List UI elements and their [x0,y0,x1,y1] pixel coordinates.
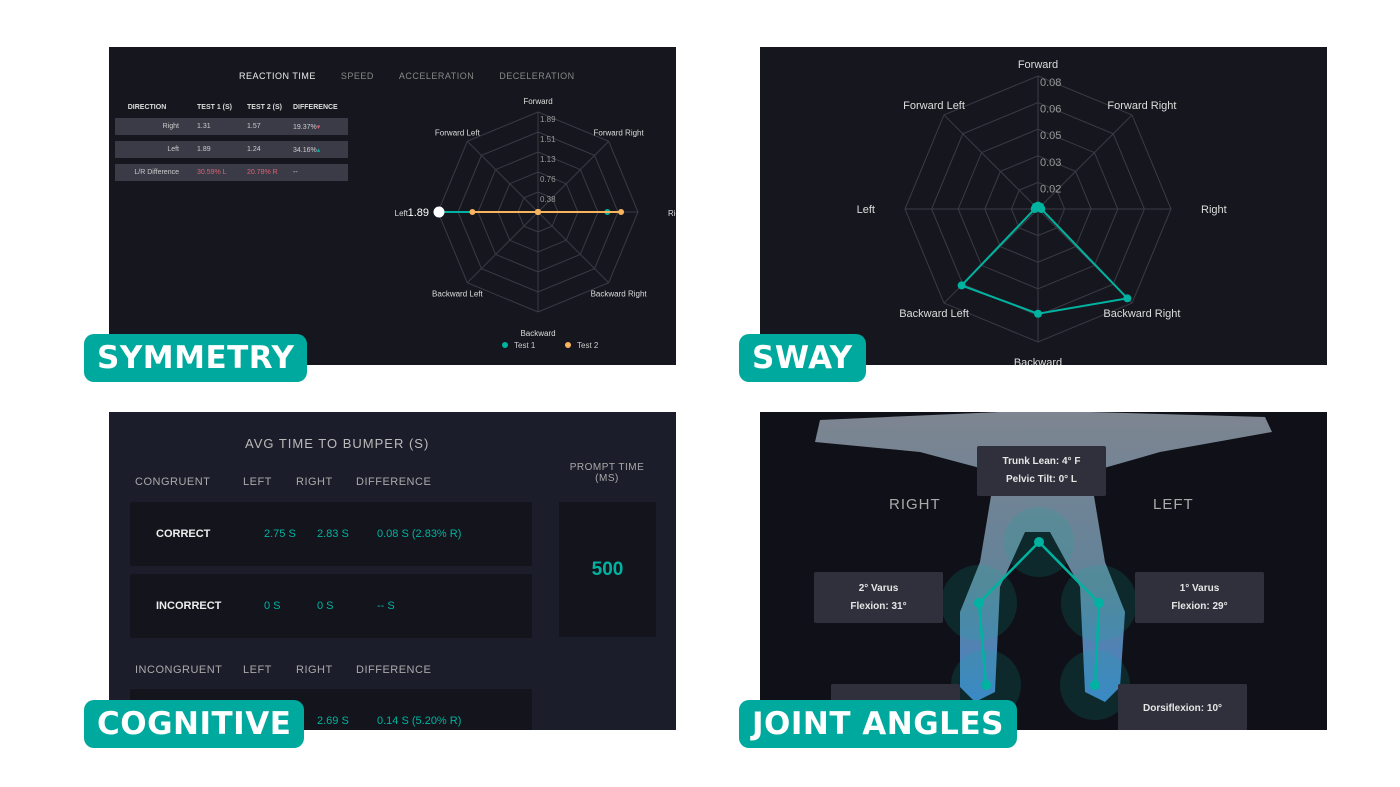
tick-label: 1.51 [540,135,556,144]
axis-label: Forward Left [435,128,481,137]
sway-panel: Forward Forward Right Right Backward Right B… [760,47,1327,365]
header: DIFFERENCE [356,476,432,488]
axis-label: Backward Right [1103,308,1180,320]
sway-radar-chart: Forward Forward Right Right Backward Right B… [857,59,1227,365]
tick-label: 0.02 [1040,183,1061,195]
trunk-box: Trunk Lean: 4° F Pelvic Tilt: 0° L [977,446,1106,496]
cognitive-badge: COGNITIVE [84,700,305,748]
legend-marker [565,342,571,348]
cell: INCORRECT [156,600,222,612]
right-knee-joint [974,598,984,608]
header: LEFT [243,664,272,676]
symmetry-radar-chart: Forward Forward Right Right Backward Right B… [395,97,676,350]
left-varus: 1° Varus [1179,582,1220,594]
tick-label: 0.05 [1040,130,1061,142]
tick-label: 0.03 [1040,157,1061,169]
tick-label: 1.13 [540,155,556,164]
left-dorsiflexion: Dorsiflexion: 10° [1142,703,1223,714]
tick-label: 0.08 [1040,77,1061,89]
data-point [535,209,541,215]
left-knee-joint [1094,598,1104,608]
joint-angles-badge: JOINT ANGLES [739,700,1017,748]
right-ankle-joint [981,680,991,690]
cell: 0.14 S (5.20% R) [377,715,462,727]
axis-label: Forward [1018,59,1058,71]
data-point [1034,309,1042,318]
header: INCONGRUENT [135,664,223,676]
right-knee-box: 2° Varus Flexion: 31° [814,572,943,623]
tick-label: 1.89 [540,115,556,124]
incongruent-header: INCONGRUENT LEFT RIGHT DIFFERENCE [109,664,431,676]
header: RIGHT [296,476,333,488]
axis-label: Forward Right [1107,100,1176,112]
prompt-value: 500 [559,502,656,637]
cell: -- S [377,600,395,612]
left-flexion: Flexion: 29° [1171,600,1228,612]
header: RIGHT [296,664,333,676]
left-ankle-joint [1090,680,1100,690]
pelvic-tilt: Pelvic Tilt: 0° L [1005,474,1078,485]
cognitive-title: AVG TIME TO BUMPER (S) [245,436,430,451]
cell: 0 S [317,600,334,612]
cell: 0 S [264,600,281,612]
axis-label: Forward [523,97,552,106]
left-ankle-box: Dorsiflexion: 10° [1118,684,1247,730]
tick-label: 0.76 [540,175,556,184]
symmetry-panel: REACTION TIME SPEED ACCELERATION DECELER… [109,47,676,365]
sway-badge: SWAY [739,334,866,382]
right-flexion: Flexion: 31° [850,600,907,612]
header: DIFFERENCE [356,664,432,676]
axis-label: Backward Right [591,290,648,299]
prompt-label: PROMPT TIME (MS) [569,462,645,484]
data-point [1031,202,1040,211]
header: CONGRUENT [135,476,211,488]
cell: 0.08 S (2.83% R) [377,528,462,540]
axis-label: Left [857,204,875,216]
axis-label: Backward [520,329,555,338]
pelvis-joint [1034,537,1044,547]
data-point [618,209,625,215]
cell: CORRECT [156,528,211,540]
left-knee-box: 1° Varus Flexion: 29° [1135,572,1264,623]
axis-label: Backward [1014,357,1062,365]
highlight-point [433,206,445,218]
cell: 2.75 S [264,528,296,540]
symmetry-badge: SYMMETRY [84,334,308,382]
joint-angles-panel: RIGHT LEFT Trunk Lean: 4° F Pelvic Tilt: … [760,412,1327,730]
congruent-header: CONGRUENT LEFT RIGHT DIFFERENCE [109,476,431,488]
cell: 2.83 S [317,528,349,540]
cognitive-panel: AVG TIME TO BUMPER (S) CONGRUENT LEFT RIGH… [109,412,676,730]
legend-label: Test 1 [514,341,536,350]
right-side-label: RIGHT [889,496,941,513]
axis-label: Backward Left [899,308,969,320]
legend-label: Test 2 [577,341,599,350]
axis-label: Backward Left [432,290,483,299]
legend-marker [502,342,508,348]
header: LEFT [243,476,272,488]
data-point [469,209,476,215]
tick-label: 0.38 [540,195,556,204]
table-row: CORRECT 2.75 S 2.83 S 0.08 S (2.83% R) [130,502,532,566]
trunk-lean: Trunk Lean: 4° F [1002,456,1081,467]
data-point [957,281,966,290]
axis-label: Right [668,209,676,218]
data-point [1123,294,1132,303]
axis-label: Forward Left [903,100,965,112]
axis-label: Right [1201,204,1227,216]
highlight-label: 1.89 [408,207,429,219]
table-row: INCORRECT 0 S 0 S -- S [130,574,532,638]
axis-label: Forward Right [593,128,644,137]
tick-label: 0.06 [1040,104,1061,116]
cell: 2.69 S [317,715,349,727]
right-varus: 2° Varus [858,582,899,594]
left-side-label: LEFT [1153,496,1194,513]
